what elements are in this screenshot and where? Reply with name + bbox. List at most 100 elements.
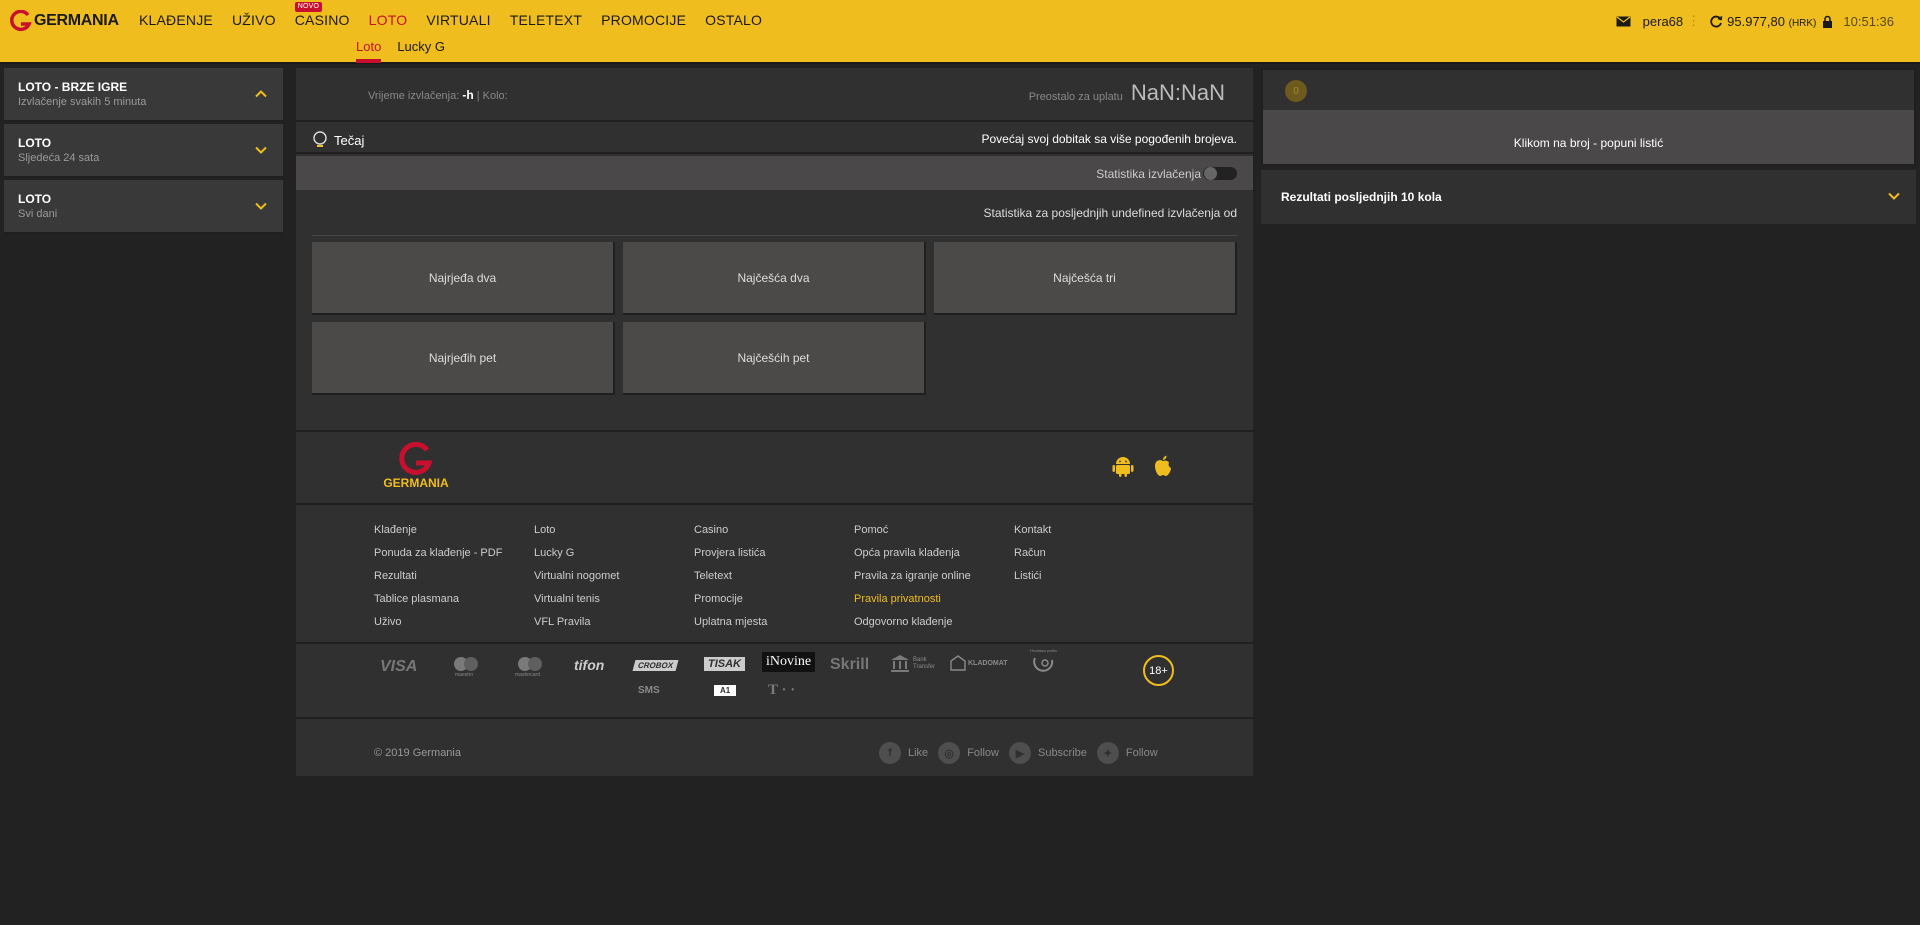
app-download-icons [1111,454,1191,478]
footer-link[interactable]: Pomoć [854,519,1014,542]
instagram-icon: ◎ [938,742,961,764]
social-twitter[interactable]: ✦ Follow [1096,742,1158,764]
skrill-logo: Skrill [830,656,870,673]
sidebar-item-svi-dani[interactable]: LOTO Svi dani [4,180,283,234]
stat-box-najrjedih-pet[interactable]: Najrjeđih pet [312,322,615,395]
footer-link[interactable]: Račun [1014,542,1114,565]
social-instagram[interactable]: ◎ Follow [938,742,999,764]
subnav-lucky-g[interactable]: Lucky G [397,39,445,62]
age-18-badge: 18+ [1143,655,1174,686]
footer-link[interactable]: Listići [1014,565,1114,588]
remaining-label: Preostalo za uplatu [1028,91,1123,103]
nav-teletext[interactable]: TELETEXT [510,12,582,28]
balance-value: 95.977,80 [1727,13,1785,29]
username[interactable]: pera68 [1643,14,1683,29]
sidebar-item-title: LOTO - BRZE IGRE [18,80,128,94]
social-youtube[interactable]: ▶ Subscribe [1008,742,1087,764]
stat-box-najcescih-pet[interactable]: Najčešćih pet [623,322,926,395]
nav-ostalo[interactable]: OSTALO [705,12,762,28]
nav-kladenje[interactable]: KLAĐENJE [139,12,213,28]
chevron-up-icon [255,90,267,98]
nav-uzivo[interactable]: UŽIVO [232,12,276,28]
countdown-value: NaN:NaN [1130,80,1225,105]
maestro-circles-icon [454,657,478,671]
mail-icon[interactable] [1616,16,1631,27]
stat-box-najcesca-tri[interactable]: Najčešća tri [934,242,1237,315]
footer-link[interactable]: Odgovorno klađenje [854,611,1014,634]
user-area: pera68 ⋮ 95.977,80 (HRK) 10:51:36 [1616,13,1894,29]
stat-box-najcesca-dva[interactable]: Najčešća dva [623,242,926,315]
footer-link[interactable]: Tablice plasmana [374,588,534,611]
bank-icon [891,655,909,672]
social-facebook[interactable]: f Like [879,742,928,764]
inovine-logo: iNovine [762,652,816,672]
bank-transfer-logo: Bank Transfer [890,654,935,675]
tisak-logo: TISAK [704,657,745,671]
draw-time-label: Vrijeme izvlačenja: [368,90,460,102]
statistics-toggle-label: Statistika izvlačenja [1096,167,1201,181]
last-results-label: Rezultati posljednjih 10 kola [1281,190,1442,204]
logo-text: GERMANIA [34,12,119,29]
footer-link[interactable]: Uplatna mjesta [694,611,854,634]
footer-link[interactable]: Pravila za igranje online [854,565,1014,588]
subnav-loto[interactable]: Loto [356,39,382,63]
footer-link[interactable]: Virtualni nogomet [534,565,694,588]
footer-divider [296,430,1253,432]
footer-link[interactable]: Teletext [694,565,854,588]
footer-link[interactable]: Casino [694,519,854,542]
lock-icon[interactable] [1822,15,1833,28]
facebook-icon: f [879,742,901,764]
footer-link[interactable]: Uživo [374,611,534,634]
statistics-caption: Statistika za posljednjih undefined izvl… [983,206,1238,220]
footer-link[interactable]: Provjera listića [694,542,854,565]
footer-link[interactable]: Virtualni tenis [534,588,694,611]
apple-icon[interactable] [1151,454,1175,478]
android-icon[interactable] [1111,454,1135,478]
draw-info-bar: Vrijeme izvlačenja: -h | Kolo: Preostalo… [296,68,1253,122]
footer-link[interactable]: Ponuda za klađenje - PDF [374,542,534,565]
stat-box-najrjeda-dva[interactable]: Najrjeđa dva [312,242,615,315]
twitter-icon: ✦ [1096,742,1119,764]
social-links: f Like ◎ Follow ▶ Subscribe ✦ Follow [879,742,1168,764]
nav-casino[interactable]: NOVO CASINO [294,2,350,28]
nav-virtuali[interactable]: VIRTUALI [426,12,490,28]
nav-promocije[interactable]: PROMOCIJE [601,12,686,28]
footer-link[interactable]: Promocije [694,588,854,611]
footer-link-column: Loto Lucky G Virtualni nogomet Virtualni… [534,519,694,634]
social-label: Subscribe [1037,747,1087,759]
refresh-icon[interactable] [1710,15,1723,28]
nav-label: VIRTUALI [426,12,491,28]
main-content: Vrijeme izvlačenja: -h | Kolo: Preostalo… [296,68,1253,776]
kladomat-text: KLADOMAT [968,660,1008,667]
round-label: | Kolo: [476,90,508,102]
sms-logo: SMS [638,685,660,696]
sidebar-item-subtitle: Svi dani [18,208,58,220]
chevron-down-icon [255,202,267,210]
separator-dots: ⋮ [1687,13,1701,28]
footer-link[interactable]: Loto [534,519,694,542]
nav-loto[interactable]: LOTO [369,12,408,28]
sidebar-item-24h[interactable]: LOTO Sljedeća 24 sata [4,124,283,178]
footer-link[interactable]: Opća pravila klađenja [854,542,1014,565]
telekom-logo: T · · [768,682,796,698]
kladomat-logo: KLADOMAT [950,655,1008,674]
statistics-toggle-switch[interactable] [1203,167,1237,180]
footer-link[interactable]: Rezultati [374,565,534,588]
odds-toggle[interactable]: Tečaj [312,131,364,149]
sidebar-item-subtitle: Sljedeća 24 sata [18,152,100,164]
footer-link[interactable]: Klađenje [374,519,534,542]
mastercard-text: mastercard [515,672,541,678]
betting-ticket: 0 Klikom na broj - popuni listić [1261,68,1916,166]
footer-link[interactable]: Kontakt [1014,519,1114,542]
crobox-logo: CROBOX [632,660,679,671]
footer-link[interactable]: Lucky G [534,542,694,565]
germania-logo[interactable]: GERMANIA [10,10,119,32]
youtube-icon: ▶ [1008,742,1031,764]
footer-link[interactable]: VFL Pravila [534,611,694,634]
countdown-area: Preostalo za uplatu NaN:NaN [1029,80,1225,106]
footer-link-privacy[interactable]: Pravila privatnosti [854,588,1014,611]
footer-logo[interactable]: GERMANIA [380,442,452,492]
last-results-accordion[interactable]: Rezultati posljednjih 10 kola [1261,170,1916,224]
odds-toggle-label: Tečaj [334,132,365,148]
sidebar-item-brze-igre[interactable]: LOTO - BRZE IGRE Izvlačenje svakih 5 min… [4,68,283,122]
